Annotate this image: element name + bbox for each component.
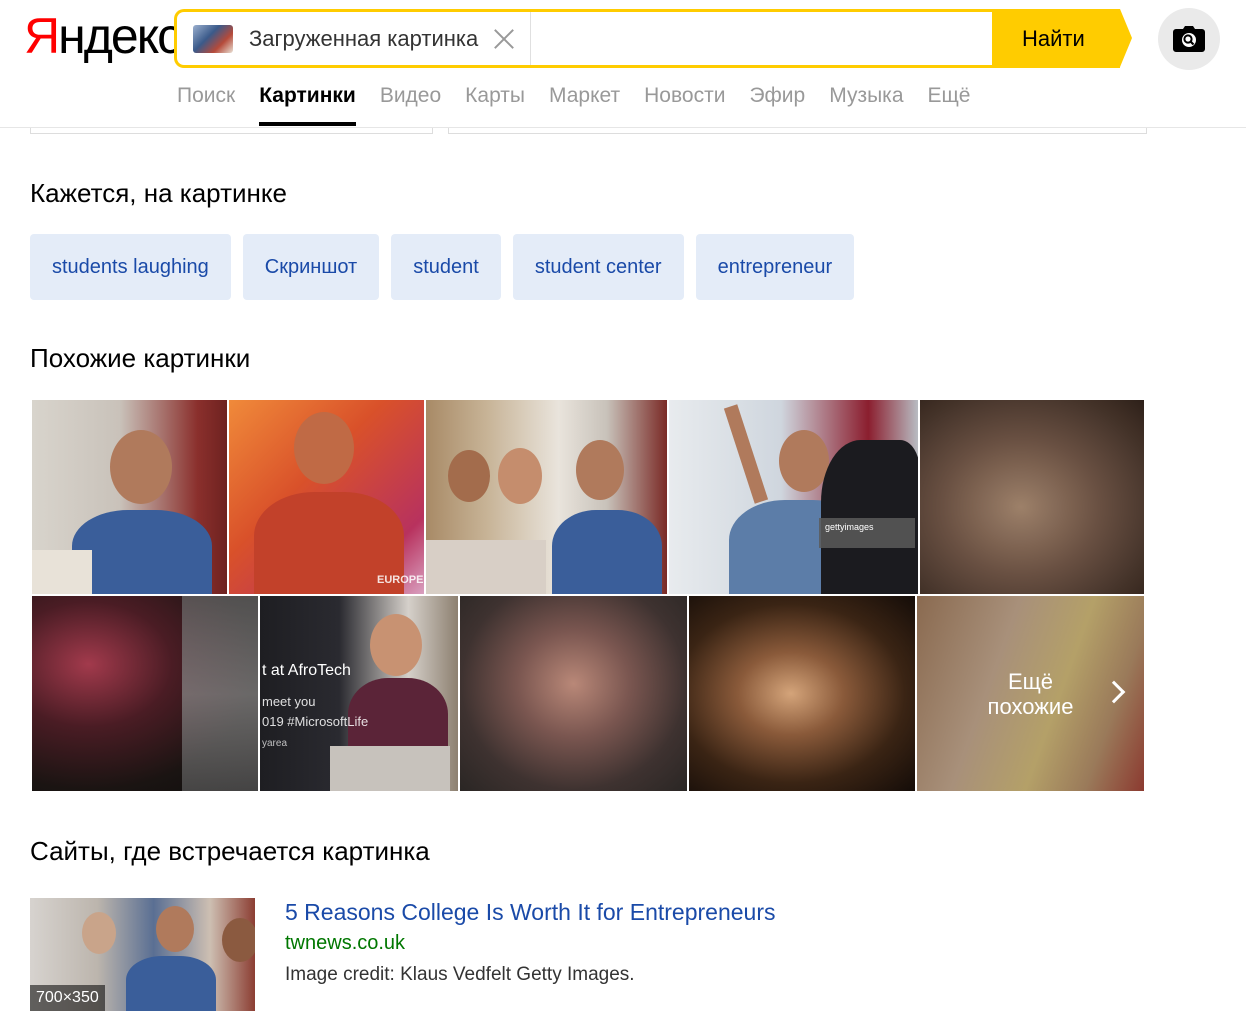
- camera-search-button[interactable]: [1158, 8, 1220, 70]
- similar-image[interactable]: EUROPE: [228, 399, 425, 595]
- afrotech-text-3: 019 #MicrosoftLife: [262, 714, 369, 729]
- camera-icon: [1173, 26, 1205, 52]
- similar-images-grid: EUROPE gettyimages t at AfroTech meet yo…: [31, 399, 1145, 792]
- tab-video[interactable]: Видео: [380, 80, 441, 128]
- site-thumbnail[interactable]: 700×350: [30, 898, 255, 1011]
- search-bar: Загруженная картинка Найти: [174, 9, 1132, 68]
- site-result-title-link[interactable]: 5 Reasons College Is Worth It for Entrep…: [285, 899, 775, 926]
- uploaded-image-thumbnail[interactable]: [193, 24, 233, 53]
- similar-image[interactable]: [919, 399, 1145, 595]
- more-similar-line1: Ещё: [1007, 668, 1053, 694]
- more-similar-label: Ещё похожие: [988, 669, 1074, 719]
- similar-image[interactable]: [31, 595, 259, 792]
- similar-section-title: Похожие картинки: [30, 343, 251, 373]
- search-button[interactable]: Найти: [992, 9, 1132, 68]
- afrotech-text-1: t at AfroTech: [262, 662, 351, 679]
- clear-image-icon[interactable]: [492, 27, 516, 51]
- similar-image[interactable]: [425, 399, 668, 595]
- service-tabs: Поиск Картинки Видео Карты Маркет Новост…: [177, 80, 970, 128]
- tab-search[interactable]: Поиск: [177, 80, 235, 128]
- tag-item[interactable]: student: [391, 234, 501, 300]
- similar-image[interactable]: [31, 399, 228, 595]
- tag-list: students laughing Скриншот student stude…: [30, 234, 855, 300]
- site-result-domain-link[interactable]: twnews.co.uk: [285, 932, 405, 955]
- tab-maps[interactable]: Карты: [465, 80, 525, 128]
- logo-rest: ндекс: [58, 8, 182, 64]
- image-size-badge: 700×350: [30, 985, 105, 1011]
- similar-image[interactable]: gettyimages: [668, 399, 919, 595]
- uploaded-image-label: Загруженная картинка: [249, 25, 479, 51]
- tag-item[interactable]: student center: [512, 234, 684, 300]
- afrotech-text-4: yarea: [262, 738, 288, 749]
- more-similar-line2: похожие: [987, 693, 1074, 719]
- getty-caption: gettyimages: [825, 522, 874, 532]
- tab-music[interactable]: Музыка: [829, 80, 903, 128]
- tab-news[interactable]: Новости: [644, 80, 725, 128]
- yandex-logo[interactable]: Яндекс: [24, 8, 182, 64]
- search-box: Загруженная картинка: [174, 9, 992, 68]
- tag-item[interactable]: entrepreneur: [695, 234, 855, 300]
- tag-item[interactable]: Скриншот: [242, 234, 380, 300]
- more-similar-tile[interactable]: Ещё похожие: [916, 595, 1145, 792]
- search-input[interactable]: [531, 12, 992, 65]
- similar-image[interactable]: [459, 595, 688, 792]
- header: Яндекс Загруженная картинка Найти Поиск …: [0, 0, 1246, 128]
- tab-market[interactable]: Маркет: [549, 80, 620, 128]
- logo-first-letter: Я: [24, 8, 60, 64]
- tab-more[interactable]: Ещё: [928, 80, 971, 128]
- tab-efir[interactable]: Эфир: [749, 80, 805, 128]
- afrotech-text-2: meet you: [262, 694, 316, 709]
- site-result-description: Image credit: Klaus Vedfelt Getty Images…: [285, 964, 635, 985]
- tag-item[interactable]: students laughing: [30, 234, 231, 300]
- europe-caption: EUROPE: [377, 574, 424, 586]
- similar-image[interactable]: t at AfroTech meet you 019 #MicrosoftLif…: [259, 595, 459, 792]
- tags-section-title: Кажется, на картинке: [30, 178, 287, 208]
- sites-section-title: Сайты, где встречается картинка: [30, 836, 430, 866]
- tab-images[interactable]: Картинки: [259, 80, 356, 128]
- similar-image[interactable]: [688, 595, 916, 792]
